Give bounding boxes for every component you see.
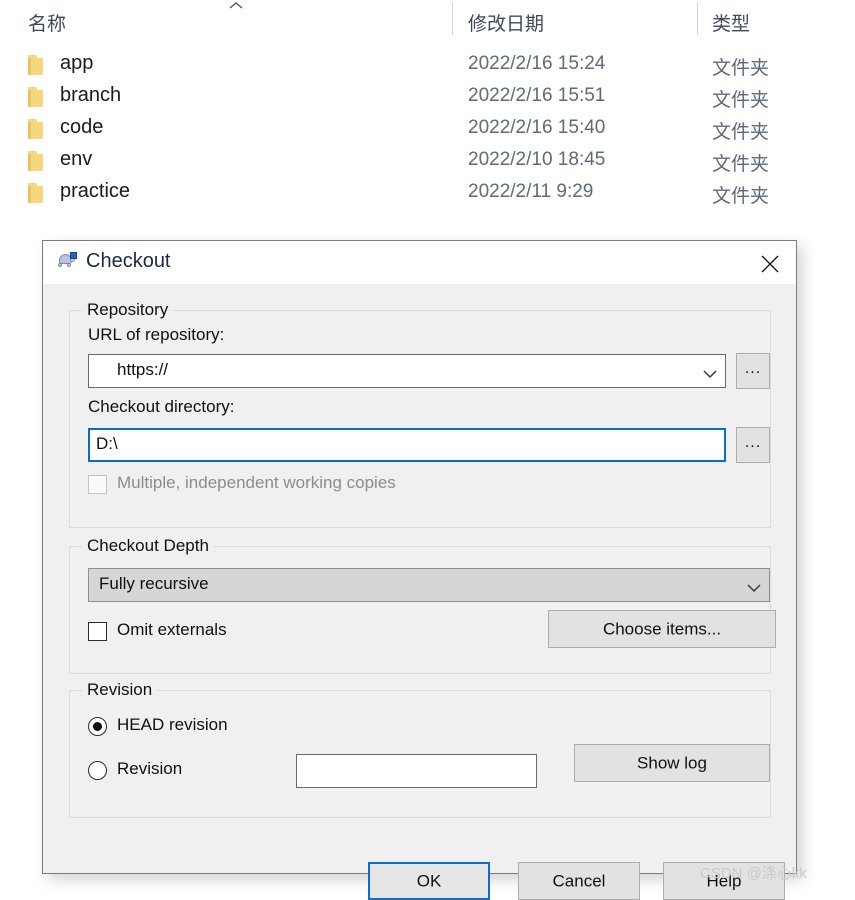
list-item-type: 文件夹 <box>712 154 770 175</box>
repository-group-title: Repository <box>82 300 174 320</box>
file-explorer-list: 名称 修改日期 类型 app 2022/2/16 15:24 文件夹 branc… <box>0 0 855 230</box>
folder-icon <box>28 151 45 171</box>
column-header-type[interactable]: 类型 <box>712 9 750 36</box>
ok-label: OK <box>416 871 442 891</box>
list-item[interactable]: code 2022/2/16 15:40 文件夹 <box>0 113 855 145</box>
list-item-date: 2022/2/16 15:51 <box>468 85 606 106</box>
folder-icon <box>28 183 45 203</box>
head-revision-label: HEAD revision <box>117 715 228 734</box>
choose-items-label: Choose items... <box>602 619 722 639</box>
list-item[interactable]: practice 2022/2/11 9:29 文件夹 <box>0 177 855 209</box>
checkout-depth-value: Fully recursive <box>99 574 209 593</box>
checkout-dialog: Checkout Repository URL of repository: h… <box>42 240 797 900</box>
list-item-type: 文件夹 <box>712 122 770 143</box>
chevron-up-icon <box>228 1 244 11</box>
directory-label: Checkout directory: <box>88 397 235 416</box>
radio-circle <box>88 761 107 780</box>
close-icon[interactable] <box>744 241 796 284</box>
list-item-name: branch <box>60 84 122 106</box>
checkout-depth-group-title: Checkout Depth <box>82 536 214 556</box>
omit-externals-label: Omit externals <box>117 620 227 639</box>
list-item-type: 文件夹 <box>712 186 770 207</box>
list-item[interactable]: branch 2022/2/16 15:51 文件夹 <box>0 81 855 113</box>
tortoise-svn-icon <box>56 252 78 272</box>
chevron-down-icon <box>703 366 717 379</box>
checkout-directory-value: D:\ <box>96 434 118 453</box>
ok-button[interactable]: OK <box>368 862 490 900</box>
list-item-date: 2022/2/16 15:40 <box>468 117 606 138</box>
repository-group: Repository URL of repository: https:// .… <box>69 300 771 528</box>
dialog-title: Checkout <box>86 250 171 272</box>
cancel-button[interactable]: Cancel <box>518 862 640 900</box>
chevron-down-icon <box>747 580 761 593</box>
url-label: URL of repository: <box>88 325 225 344</box>
cancel-label: Cancel <box>552 871 606 891</box>
url-value: https:// <box>117 360 169 379</box>
list-item-date: 2022/2/11 9:29 <box>468 181 594 202</box>
checkbox-box <box>88 475 107 494</box>
url-combobox[interactable]: https:// <box>88 354 726 388</box>
directory-browse-label: ... <box>744 434 762 451</box>
list-item-type: 文件夹 <box>712 90 770 111</box>
list-item[interactable]: env 2022/2/10 18:45 文件夹 <box>0 145 855 177</box>
url-browse-button[interactable]: ... <box>736 353 770 389</box>
watermark: CSDN @涤心kk <box>700 865 807 882</box>
checkout-directory-input[interactable]: D:\ <box>88 428 726 462</box>
directory-browse-button[interactable]: ... <box>736 427 770 463</box>
list-item-type: 文件夹 <box>712 58 770 79</box>
revision-group-title: Revision <box>82 680 158 700</box>
revision-number-input[interactable] <box>296 754 537 788</box>
choose-items-button[interactable]: Choose items... <box>548 610 776 648</box>
list-item[interactable]: app 2022/2/16 15:24 文件夹 <box>0 49 855 81</box>
list-item-name: practice <box>60 180 131 202</box>
revision-label: Revision <box>117 759 183 778</box>
multiple-working-copies-label: Multiple, independent working copies <box>117 473 396 492</box>
column-header-name[interactable]: 名称 <box>28 9 66 36</box>
dialog-body: Repository URL of repository: https:// .… <box>43 284 796 900</box>
column-header-row: 名称 修改日期 类型 <box>0 0 855 42</box>
list-item-date: 2022/2/10 18:45 <box>468 149 606 170</box>
column-divider[interactable] <box>452 2 453 35</box>
folder-icon <box>28 119 45 139</box>
list-item-name: app <box>60 52 94 74</box>
show-log-label: Show log <box>637 753 707 773</box>
show-log-button[interactable]: Show log <box>574 744 770 782</box>
url-browse-label: ... <box>744 360 762 377</box>
list-item-date: 2022/2/16 15:24 <box>468 53 606 74</box>
column-divider[interactable] <box>697 2 698 35</box>
list-item-name: code <box>60 116 104 138</box>
column-header-date[interactable]: 修改日期 <box>468 9 544 36</box>
dialog-titlebar[interactable]: Checkout <box>43 241 796 284</box>
folder-icon <box>28 87 45 107</box>
checkbox-box <box>88 622 107 641</box>
list-item-name: env <box>60 148 93 170</box>
checkout-depth-combobox[interactable]: Fully recursive <box>88 568 770 602</box>
folder-icon <box>28 55 45 75</box>
radio-circle <box>88 717 107 736</box>
